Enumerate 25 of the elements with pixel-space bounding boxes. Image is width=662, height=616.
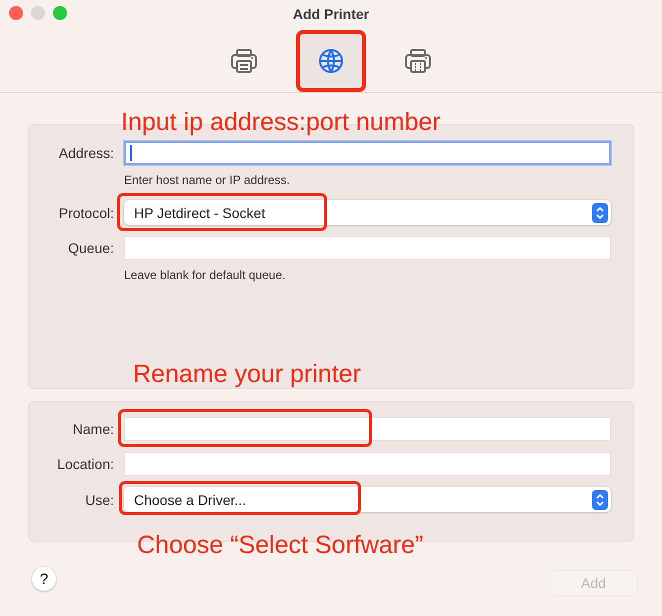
zoom-button[interactable] <box>53 6 67 20</box>
hint-text: Enter host name or IP address. <box>124 173 291 187</box>
annotation-text: Input ip address:port number <box>121 110 441 135</box>
close-button[interactable] <box>9 6 23 20</box>
popup-menu[interactable]: HP Jetdirect - Socket <box>124 200 611 225</box>
globe-icon <box>318 48 344 74</box>
field-label: Address: <box>58 145 114 161</box>
annotation-text: Choose “Select Sorfware” <box>137 533 424 558</box>
printer-icon <box>404 48 432 74</box>
popup-menu[interactable]: Choose a Driver... <box>124 487 611 512</box>
hint-text: Leave blank for default queue. <box>124 268 286 282</box>
field-label: Location: <box>56 456 114 472</box>
printer-icon <box>230 48 258 74</box>
text-field[interactable] <box>124 141 611 165</box>
stepper-icon <box>592 490 608 510</box>
field-label: Use: <box>84 492 114 508</box>
field-label: Queue: <box>67 240 114 256</box>
field-label: Name: <box>72 421 114 437</box>
help-button[interactable]: ? <box>32 567 56 591</box>
stepper-icon <box>592 202 608 222</box>
window-title: Add Printer <box>292 6 370 22</box>
annotation-text: Rename your printer <box>133 362 361 387</box>
toolbar-tab[interactable] <box>296 30 366 92</box>
minimize-button[interactable] <box>31 6 45 20</box>
field-label: Protocol: <box>58 204 114 220</box>
